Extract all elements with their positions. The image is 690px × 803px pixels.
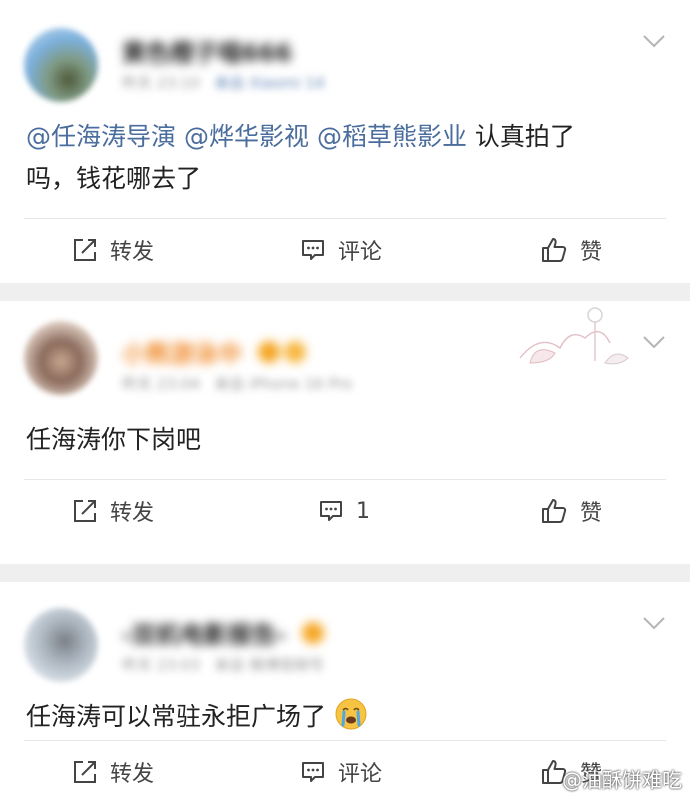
comment-icon xyxy=(302,762,324,782)
like-icon xyxy=(542,499,567,523)
like-icon xyxy=(542,238,567,262)
like-button[interactable]: 赞 xyxy=(540,225,602,275)
post-time: 昨天 23:04 xyxy=(122,375,200,393)
divider xyxy=(24,479,666,480)
like-label: 赞 xyxy=(580,240,603,265)
post-time: 昨天 23:03 xyxy=(122,656,200,674)
decorative-card-icon xyxy=(519,307,629,365)
repost-label: 转发 xyxy=(110,240,155,265)
post-source: 来自 iPhone 16 Pro xyxy=(214,375,353,393)
chevron-down-icon[interactable] xyxy=(642,335,666,349)
post-text: @任海涛导演 @烨华影视 @稻草熊影业 认真拍了 吗，钱花哪去了 xyxy=(26,116,650,200)
comment-icon xyxy=(320,501,342,521)
post-source: 来自 微博视频号 xyxy=(214,656,325,674)
author-name[interactable]: 黄色橙子喵666 xyxy=(122,33,292,68)
post-separator xyxy=(0,283,690,301)
badge-group xyxy=(258,341,310,369)
post-card: 小熊游泳中 昨天 23:04 来自 iPhone 16 Pro 任海涛你下岗吧 … xyxy=(0,301,690,564)
post-card: 黄色橙子喵666 昨天 23:10 来自 Xiaomi 14 @任海涛导演 @烨… xyxy=(0,0,690,283)
repost-icon xyxy=(74,500,96,522)
repost-label: 转发 xyxy=(110,501,155,526)
mention-link[interactable]: @任海涛导演 xyxy=(26,122,176,151)
comment-count: 1 xyxy=(356,498,370,524)
crying-emoji-icon xyxy=(335,698,367,730)
post-time: 昨天 23:10 xyxy=(122,74,200,92)
action-bar: 转发 评论 赞 xyxy=(0,225,690,275)
badge-group xyxy=(302,622,328,650)
weibo-comment-feed: 黄色橙子喵666 昨天 23:10 来自 Xiaomi 14 @任海涛导演 @烨… xyxy=(0,0,690,803)
divider xyxy=(24,740,666,741)
repost-button[interactable]: 转发 xyxy=(72,486,154,536)
action-bar: 转发 1 赞 xyxy=(0,486,690,536)
post-source: 来自 Xiaomi 14 xyxy=(214,74,325,92)
post-text: 任海涛可以常驻永拒广场了 xyxy=(26,696,650,738)
divider xyxy=(24,218,666,219)
post-separator xyxy=(0,564,690,582)
repost-icon xyxy=(74,239,96,261)
comment-button[interactable]: 1 xyxy=(318,486,370,536)
comment-button[interactable]: 评论 xyxy=(300,225,382,275)
post-text-part: 认真拍了 xyxy=(466,122,575,151)
post-text-part: 任海涛可以常驻永拒广场了 xyxy=(26,702,327,731)
avatar[interactable] xyxy=(24,321,98,395)
like-label: 赞 xyxy=(580,501,603,526)
repost-button[interactable]: 转发 xyxy=(72,225,154,275)
chevron-down-icon[interactable] xyxy=(642,616,666,630)
author-name[interactable]: -双机电影报告- xyxy=(122,615,328,650)
repost-button[interactable]: 转发 xyxy=(72,747,154,797)
post-meta: 昨天 23:10 来自 Xiaomi 14 xyxy=(122,72,325,93)
mention-link[interactable]: @烨华影视 xyxy=(184,122,309,151)
comment-label: 评论 xyxy=(338,240,383,265)
repost-label: 转发 xyxy=(110,762,155,787)
post-text: 任海涛你下岗吧 xyxy=(26,425,202,454)
post-text-part: 吗，钱花哪去了 xyxy=(26,164,202,193)
repost-icon xyxy=(74,761,96,783)
avatar[interactable] xyxy=(24,28,98,102)
chevron-down-icon[interactable] xyxy=(642,34,666,48)
comment-label: 评论 xyxy=(338,762,383,787)
like-button[interactable]: 赞 xyxy=(540,486,602,536)
post-meta: 昨天 23:04 来自 iPhone 16 Pro xyxy=(122,373,352,394)
author-name[interactable]: 小熊游泳中 xyxy=(122,334,310,369)
comment-icon xyxy=(302,240,324,260)
watermark: @油酥饼难吃 xyxy=(562,768,682,792)
mention-link[interactable]: @稻草熊影业 xyxy=(317,122,467,151)
comment-button[interactable]: 评论 xyxy=(300,747,382,797)
post-meta: 昨天 23:03 来自 微博视频号 xyxy=(122,654,324,675)
avatar[interactable] xyxy=(24,608,98,682)
